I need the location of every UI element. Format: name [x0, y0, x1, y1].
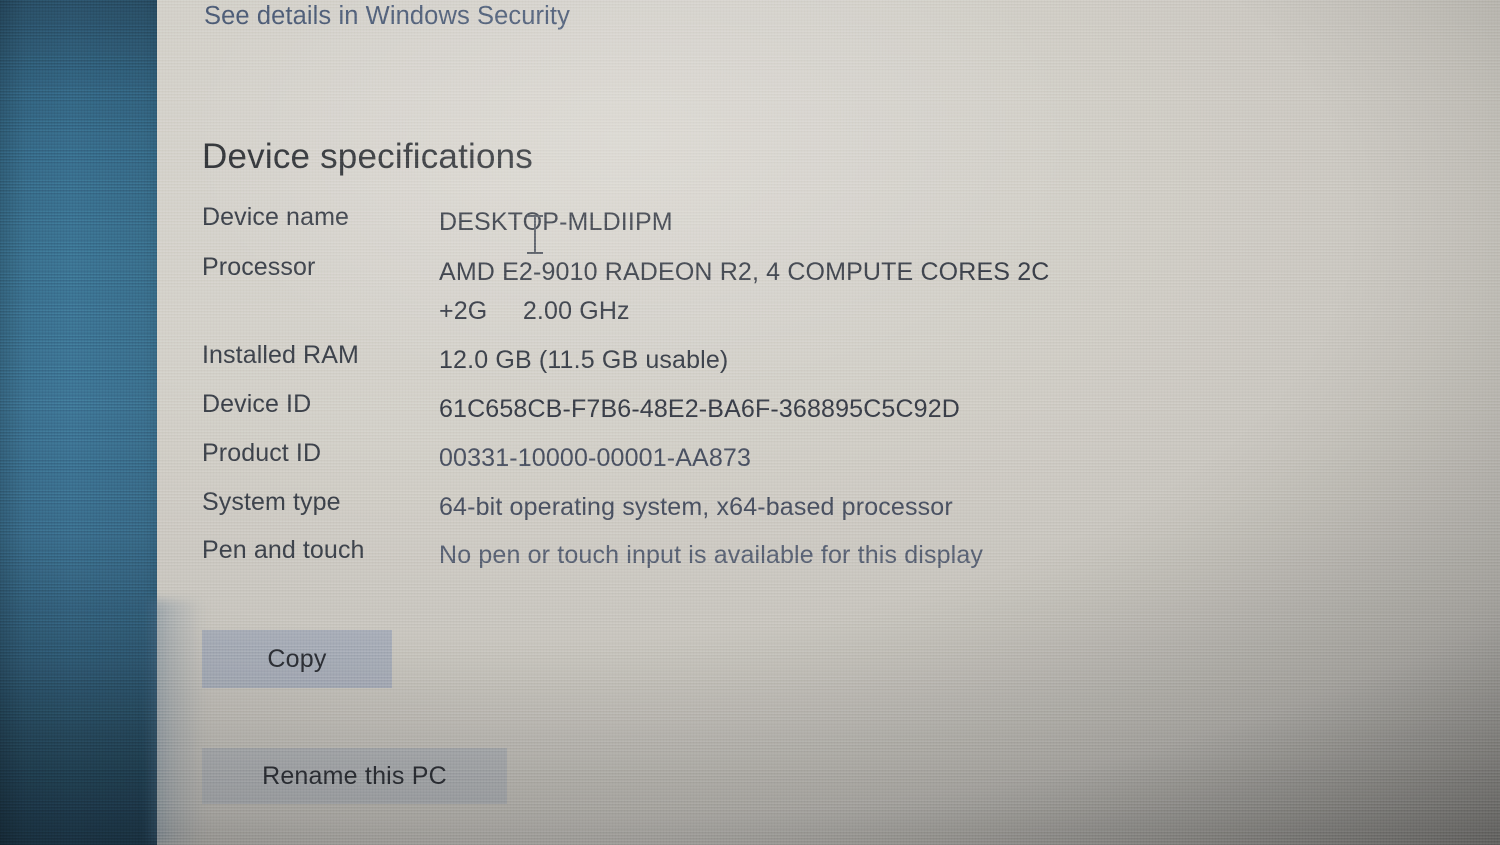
spec-label-device-name: Device name	[202, 203, 349, 231]
copy-button[interactable]: Copy	[202, 630, 392, 688]
spec-row-installed-ram: Installed RAM 12.0 GB (11.5 GB usable)	[202, 341, 1302, 380]
spec-value-pen-and-touch: No pen or touch input is available for t…	[439, 541, 984, 570]
spec-label-system-type: System type	[202, 487, 341, 516]
spec-row-processor: Processor AMD E2-9010 RADEON R2, 4 COMPU…	[202, 253, 1302, 331]
spec-value-device-name: DESKTOP-MLDIIPM	[439, 208, 673, 236]
device-specifications-heading: Device specifications	[202, 137, 534, 177]
screen-photo: See details in Windows Security Device s…	[0, 0, 1500, 845]
device-specifications-table: Device name DESKTOP-MLDIIPM Processor AM…	[202, 203, 1302, 585]
spec-row-product-id: Product ID 00331-10000-00001-AA873	[202, 439, 1302, 478]
settings-about-pane: See details in Windows Security Device s…	[157, 0, 1500, 845]
spec-label-device-id: Device ID	[202, 390, 312, 418]
spec-label-product-id: Product ID	[202, 438, 322, 467]
spec-row-device-name: Device name DESKTOP-MLDIIPM	[202, 203, 1302, 242]
spec-value-installed-ram: 12.0 GB (11.5 GB usable)	[439, 346, 729, 375]
spec-label-pen-and-touch: Pen and touch	[202, 536, 365, 565]
spec-label-installed-ram: Installed RAM	[202, 341, 359, 370]
spec-value-device-id: 61C658CB-F7B6-48E2-BA6F-368895C5C92D	[439, 395, 960, 423]
desktop-wallpaper-strip	[0, 0, 157, 845]
spec-row-device-id: Device ID 61C658CB-F7B6-48E2-BA6F-368895…	[202, 390, 1302, 429]
spec-row-system-type: System type 64-bit operating system, x64…	[202, 488, 1302, 527]
spec-row-pen-and-touch: Pen and touch No pen or touch input is a…	[202, 536, 1302, 575]
spec-value-system-type: 64-bit operating system, x64-based proce…	[439, 492, 953, 521]
see-details-in-windows-security-link[interactable]: See details in Windows Security	[204, 2, 570, 31]
rename-this-pc-button[interactable]: Rename this PC	[202, 748, 507, 804]
spec-label-processor: Processor	[202, 252, 316, 281]
spec-value-product-id: 00331-10000-00001-AA873	[439, 443, 752, 472]
spec-value-processor: AMD E2-9010 RADEON R2, 4 COMPUTE CORES 2…	[439, 257, 1050, 325]
